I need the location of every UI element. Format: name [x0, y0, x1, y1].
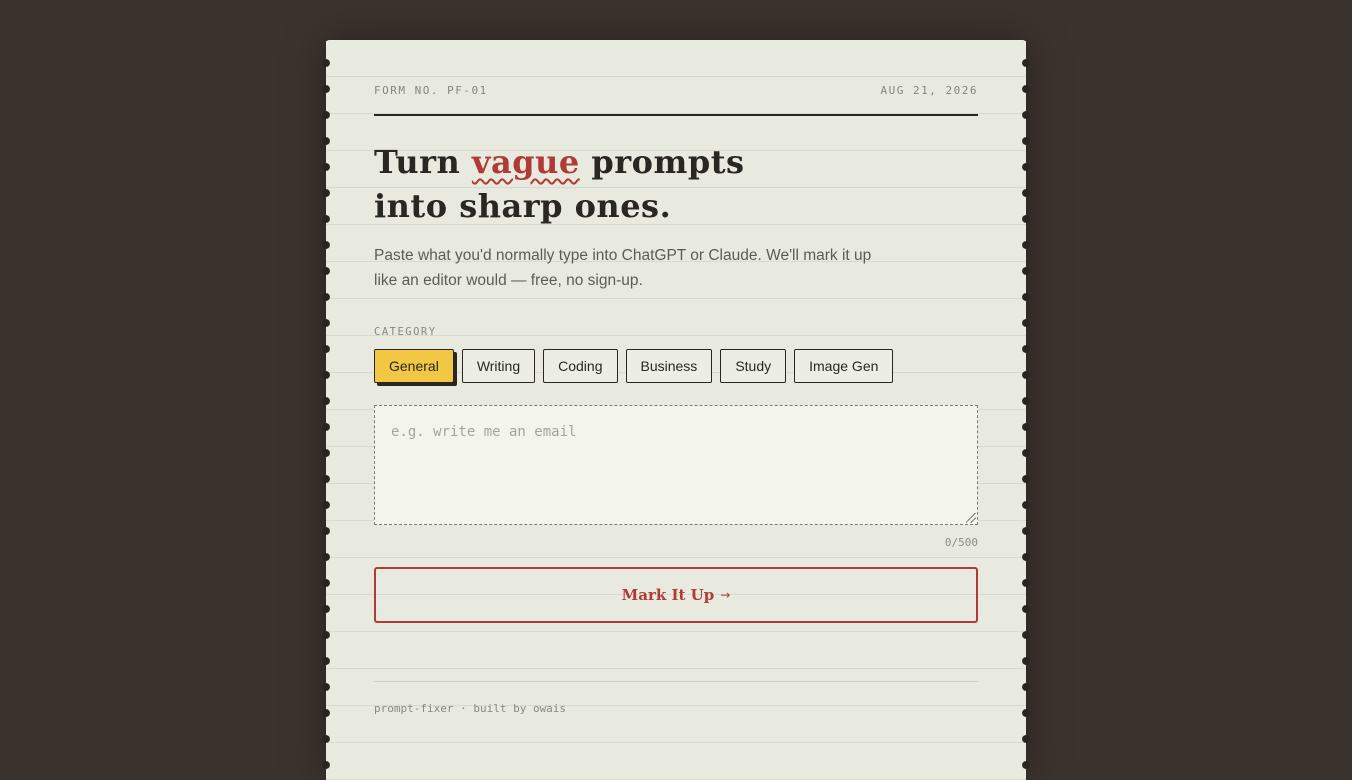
arrow-right-icon: → [720, 588, 731, 602]
category-chip-study[interactable]: Study [720, 349, 787, 383]
page-subtitle: Paste what you'd normally type into Chat… [374, 247, 872, 289]
prompt-input-container [374, 405, 978, 525]
page-title: Turn vague prompts into sharp ones. [374, 140, 744, 228]
category-chips: General Writing Coding Business Study Im… [374, 349, 894, 383]
left-perforation [322, 40, 330, 780]
footer-credit: prompt-fixer · built by owais [374, 702, 567, 715]
footer-divider [374, 681, 978, 682]
category-chip-general[interactable]: General [374, 349, 454, 383]
form-header: FORM NO. PF-01 AUG 21, 2026 [374, 84, 978, 116]
right-perforation [1022, 40, 1030, 780]
form-paper: FORM NO. PF-01 AUG 21, 2026 Turn vague p… [322, 40, 1030, 780]
category-chip-image-gen[interactable]: Image Gen [794, 349, 894, 383]
resize-handle-icon[interactable] [966, 513, 976, 523]
form-number: FORM NO. PF-01 [374, 84, 488, 97]
mark-it-up-button[interactable]: Mark It Up → [374, 567, 978, 623]
headline-part2: prompts [579, 143, 745, 181]
category-chip-business[interactable]: Business [625, 349, 713, 383]
char-count: 0/500 [944, 536, 978, 549]
prompt-input[interactable] [375, 406, 977, 524]
headline-part1: Turn [374, 143, 472, 181]
form-date: AUG 21, 2026 [880, 84, 978, 97]
category-chip-coding[interactable]: Coding [543, 349, 618, 383]
submit-label: Mark It Up [621, 586, 715, 604]
headline-line2: into sharp ones. [374, 187, 672, 225]
category-chip-writing[interactable]: Writing [461, 349, 536, 383]
category-label: CATEGORY [374, 326, 437, 338]
headline-highlight: vague [471, 143, 580, 181]
